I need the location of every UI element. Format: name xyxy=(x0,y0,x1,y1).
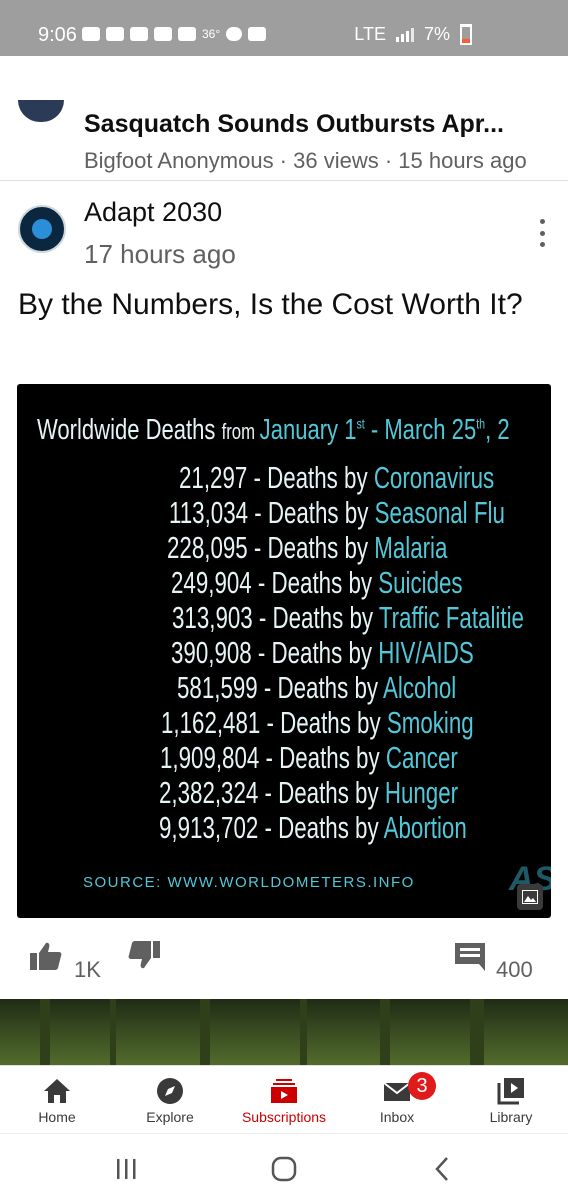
comment-icon[interactable] xyxy=(455,943,485,971)
image-icon xyxy=(517,884,543,910)
video-title[interactable]: Sasquatch Sounds Outbursts Apr... xyxy=(84,110,504,139)
post-text: By the Numbers, Is the Cost Worth It? xyxy=(18,288,523,321)
dislike-icon[interactable] xyxy=(128,941,160,971)
bottom-navigation: Home Explore Subscriptions 3 Inbox Libra… xyxy=(0,1065,568,1133)
community-post: Adapt 2030 17 hours ago By the Numbers, … xyxy=(0,181,568,996)
death-stat-row: 1,162,481 - Deaths by Smoking xyxy=(161,705,474,740)
system-navigation-bar xyxy=(0,1133,568,1200)
message-notification-icon xyxy=(106,27,124,41)
death-stat-row: 21,297 - Deaths by Coronavirus xyxy=(179,460,495,495)
youtube-notification-icon xyxy=(154,27,172,41)
like-icon[interactable] xyxy=(30,941,62,971)
status-bar: 9:06 36° LTE 7% xyxy=(0,0,568,56)
nav-library[interactable]: Library xyxy=(456,1066,566,1133)
recent-apps-icon[interactable] xyxy=(112,1154,142,1184)
nav-label: Subscriptions xyxy=(241,1109,327,1125)
death-stat-row: 313,903 - Deaths by Traffic Fatalitie xyxy=(172,600,524,635)
home-button-icon[interactable] xyxy=(269,1154,299,1184)
post-author[interactable]: Adapt 2030 xyxy=(84,197,222,228)
back-icon[interactable] xyxy=(428,1154,458,1184)
nav-inbox[interactable]: 3 Inbox xyxy=(342,1066,452,1133)
death-stat-row: 249,904 - Deaths by Suicides xyxy=(171,565,463,600)
death-stat-row: 1,909,804 - Deaths by Cancer xyxy=(160,740,458,775)
status-right: LTE 7% xyxy=(354,24,472,45)
gallery-icon xyxy=(248,27,267,41)
network-type: LTE xyxy=(354,24,386,44)
more-options-icon[interactable] xyxy=(538,219,546,247)
subscriptions-icon xyxy=(269,1076,299,1106)
death-stat-row: 228,095 - Deaths by Malaria xyxy=(167,530,448,565)
home-icon xyxy=(42,1076,72,1106)
channel-avatar[interactable] xyxy=(18,100,64,122)
temperature: 36° xyxy=(202,27,221,41)
video-meta: Bigfoot Anonymous · 36 views · 15 hours … xyxy=(84,148,527,173)
globe-icon xyxy=(32,219,52,239)
nav-label: Home xyxy=(38,1109,76,1125)
death-stat-row: 9,913,702 - Deaths by Abortion xyxy=(159,810,467,845)
post-actions: 1K 400 xyxy=(0,929,568,982)
post-time: 17 hours ago xyxy=(84,239,236,269)
library-icon xyxy=(496,1076,526,1106)
post-image[interactable]: Worldwide Deaths from January 1st - Marc… xyxy=(17,384,551,918)
nav-explore[interactable]: Explore xyxy=(115,1066,225,1133)
inbox-badge: 3 xyxy=(408,1072,436,1100)
next-video-thumbnail[interactable] xyxy=(0,999,568,1065)
mail-icon xyxy=(382,1076,412,1106)
youtube-notification-icon xyxy=(82,27,100,41)
death-stat-row: 113,034 - Deaths by Seasonal Flu xyxy=(169,495,505,530)
battery-icon xyxy=(460,24,472,45)
image-title: Worldwide Deaths from January 1st - Marc… xyxy=(37,414,510,446)
battery-percent: 7% xyxy=(423,24,450,44)
comment-count: 400 xyxy=(496,957,533,982)
youtube-notification-icon xyxy=(130,27,148,41)
nav-home[interactable]: Home xyxy=(2,1066,112,1133)
notification-icons: 36° xyxy=(82,27,267,41)
nav-subscriptions[interactable]: Subscriptions xyxy=(229,1066,339,1133)
image-source: SOURCE: WWW.WORLDOMETERS.INFO xyxy=(83,874,415,891)
signal-icon xyxy=(395,27,414,42)
nav-label: Explore xyxy=(146,1109,194,1125)
death-stat-row: 581,599 - Deaths by Alcohol xyxy=(177,670,457,705)
status-time: 9:06 xyxy=(38,24,77,46)
death-stat-row: 390,908 - Deaths by HIV/AIDS xyxy=(171,635,474,670)
youtube-notification-icon xyxy=(178,27,196,41)
twitter-icon xyxy=(226,27,243,41)
nav-label: Library xyxy=(489,1109,533,1125)
like-count: 1K xyxy=(74,957,101,982)
compass-icon xyxy=(155,1076,185,1106)
death-stat-row: 2,382,324 - Deaths by Hunger xyxy=(159,775,459,810)
previous-video-item[interactable]: Sasquatch Sounds Outbursts Apr... Bigfoo… xyxy=(0,56,568,181)
nav-label: Inbox xyxy=(379,1109,415,1125)
channel-avatar[interactable] xyxy=(18,205,66,253)
